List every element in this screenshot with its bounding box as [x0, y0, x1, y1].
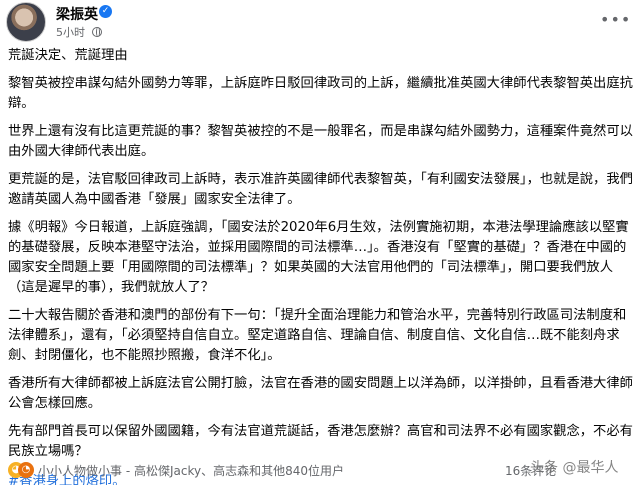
post-paragraph: 二十大報告關於香港和澳門的部份有下一句：「提升全面治理能力和管治水平，完善特別行…: [8, 308, 627, 363]
reaction-summary[interactable]: 小小人物做小事 - 高松傑Jacky、高志森和其他840位用户: [38, 462, 344, 479]
post-time[interactable]: 5小时: [56, 26, 85, 39]
post-footer: ◕ ◔ 小小人物做小事 - 高松傑Jacky、高志森和其他840位用户 16条评…: [0, 456, 640, 485]
post-header: 梁振英 ✓ 5小时 •••: [0, 0, 640, 44]
post-paragraph: 香港所有大律師都被上訴庭法官公開打臉，法官在香港的國安問題上以洋為師，以洋掛帥，…: [8, 376, 633, 411]
post-paragraph: 世界上還有沒有比這更荒誕的事？黎智英被控的不是一般罪名，而是串謀勾結外國勢力，這…: [8, 124, 633, 159]
post-paragraph: 黎智英被控串謀勾結外國勢力等罪，上訴庭昨日駁回律政司的上訴，繼續批准英國大律師代…: [8, 76, 633, 111]
watermark: 头条 @最华人: [530, 460, 619, 476]
post-meta: 5小时: [56, 24, 102, 40]
post-paragraph: 荒誕決定、荒誕理由: [8, 48, 128, 63]
more-options-button[interactable]: •••: [600, 10, 631, 29]
post-paragraph: 更荒誕的是，法官駁回律政司上訴時，表示准許英國律師代表黎智英，「有利國安法發展」…: [8, 172, 633, 207]
angry-reaction-icon: ◔: [18, 462, 34, 478]
post-paragraph: 據《明報》今日報道，上訴庭強調，「國安法於2020年6月生效，法例實施初期，本港…: [8, 220, 629, 295]
post-body: 荒誕決定、荒誕理由 黎智英被控串謀勾結外國勢力等罪，上訴庭昨日駁回律政司的上訴，…: [8, 46, 636, 485]
author-name[interactable]: 梁振英: [56, 4, 98, 24]
globe-icon: [91, 27, 102, 37]
verified-badge-icon: ✓: [99, 5, 112, 18]
author-avatar[interactable]: [6, 2, 46, 42]
